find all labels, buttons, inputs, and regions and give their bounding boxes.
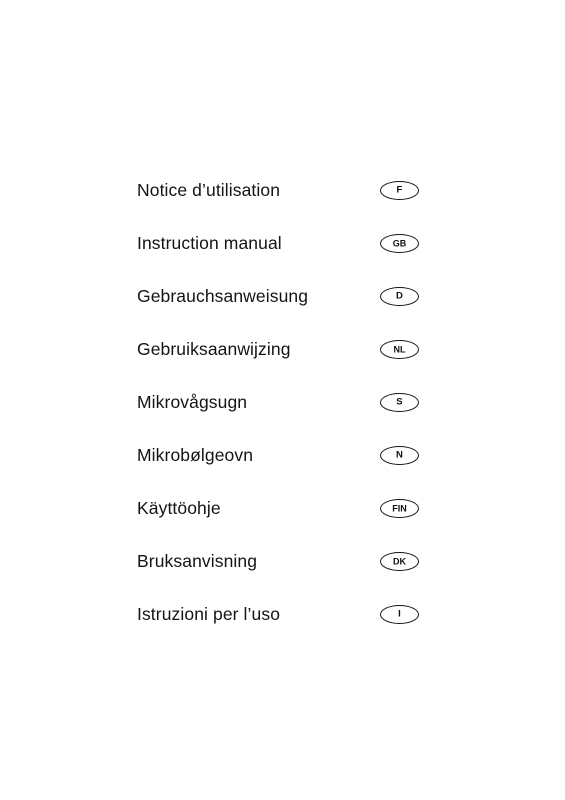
- language-title: Bruksanvisning: [137, 551, 258, 571]
- country-code-label: D: [395, 290, 404, 302]
- language-title: Istruzioni per l’uso: [137, 604, 281, 624]
- country-code-badge: D: [380, 287, 419, 306]
- country-code-badge: GB: [380, 234, 419, 253]
- country-code-badge: S: [380, 393, 419, 412]
- language-title: Käyttöohje: [137, 498, 221, 518]
- country-code-label: DK: [393, 556, 406, 567]
- list-item: Käyttöohje FIN: [137, 494, 427, 547]
- list-item: Instruction manual GB: [137, 229, 427, 282]
- list-item: Istruzioni per l’uso I: [137, 600, 427, 653]
- country-code-badge: FIN: [380, 499, 419, 518]
- country-code-label: S: [396, 396, 403, 408]
- country-code-label: N: [395, 449, 404, 461]
- list-item: Notice d’utilisation F: [137, 176, 427, 229]
- country-code-badge: N: [380, 446, 419, 465]
- country-code-badge: I: [380, 605, 419, 624]
- country-code-label: GB: [392, 238, 407, 249]
- language-title: Notice d’utilisation: [137, 180, 281, 200]
- country-code-label: FIN: [392, 503, 407, 514]
- language-title: Mikrovågsugn: [137, 392, 248, 412]
- country-code-label: F: [396, 184, 403, 196]
- language-title: Mikrobølgeovn: [137, 445, 254, 465]
- list-item: Gebruiksaanwijzing NL: [137, 335, 427, 388]
- list-item: Bruksanvisning DK: [137, 547, 427, 600]
- language-title: Gebrauchsanweisung: [137, 286, 309, 306]
- country-code-badge: DK: [380, 552, 419, 571]
- country-code-badge: NL: [380, 340, 419, 359]
- country-code-label: NL: [393, 344, 406, 355]
- list-item: Mikrobølgeovn N: [137, 441, 427, 494]
- country-code-label: I: [398, 608, 401, 620]
- language-list: Notice d’utilisation F Instruction manua…: [137, 176, 427, 653]
- language-title: Gebruiksaanwijzing: [137, 339, 291, 359]
- document-page: Notice d’utilisation F Instruction manua…: [0, 0, 565, 800]
- list-item: Gebrauchsanweisung D: [137, 282, 427, 335]
- country-code-badge: F: [380, 181, 419, 200]
- language-title: Instruction manual: [137, 233, 282, 253]
- list-item: Mikrovågsugn S: [137, 388, 427, 441]
